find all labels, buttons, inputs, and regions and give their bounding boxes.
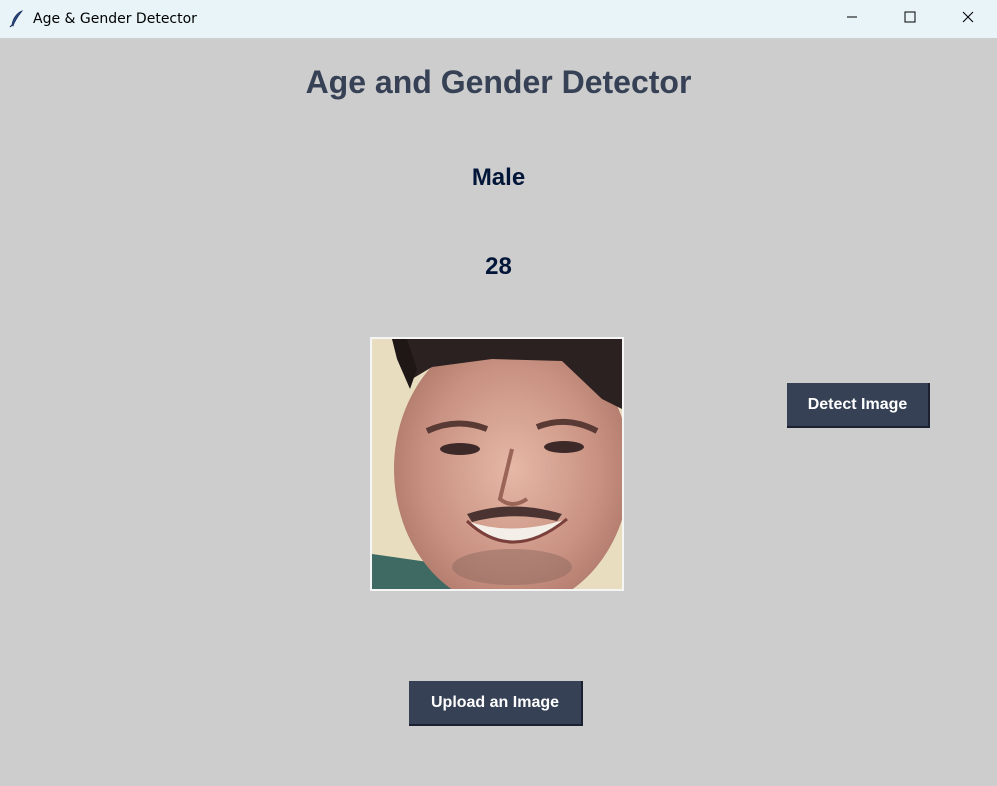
app-window: Age & Gender Detector Age and Gender Det… [0,0,997,786]
face-photo-icon [372,339,622,589]
uploaded-face-image [370,337,624,591]
main-content: Age and Gender Detector Male 28 Detect I… [0,38,997,786]
title-bar[interactable]: Age & Gender Detector [0,0,997,38]
close-button[interactable] [939,0,997,38]
gender-result-label: Male [471,164,526,191]
maximize-button[interactable] [881,0,939,38]
close-icon [962,10,974,28]
age-result-label: 28 [485,253,512,280]
window-title: Age & Gender Detector [33,11,197,27]
feather-icon [9,10,25,28]
detect-image-button[interactable]: Detect Image [787,383,930,428]
maximize-icon [904,10,916,28]
minimize-icon [846,10,858,28]
upload-image-button[interactable]: Upload an Image [409,681,583,726]
minimize-button[interactable] [823,0,881,38]
page-title: Age and Gender Detector [305,64,692,100]
window-controls [823,0,997,38]
